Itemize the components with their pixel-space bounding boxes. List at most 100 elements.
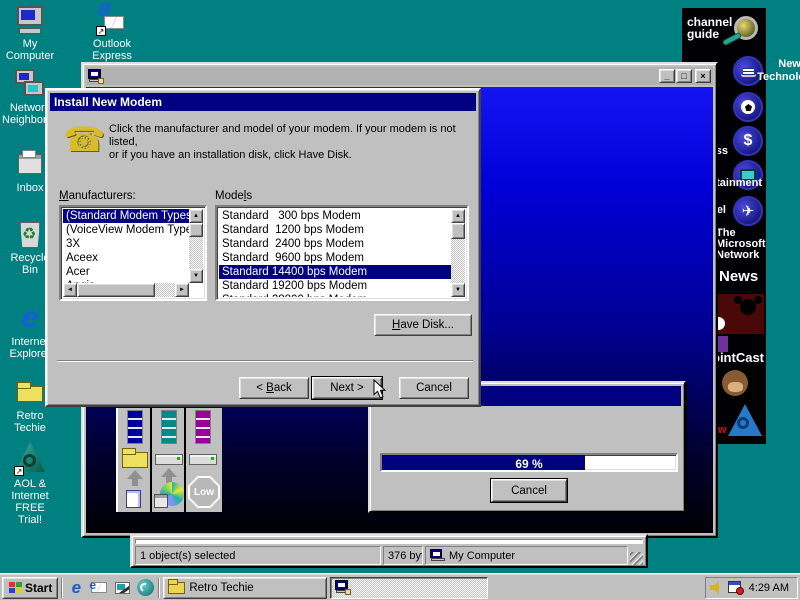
document-icon xyxy=(126,490,141,508)
desktop-icon-my-computer[interactable]: My Computer xyxy=(2,4,58,62)
telephone-icon: ☎ xyxy=(63,120,105,160)
channel-label-msn[interactable]: The Microsoft Network xyxy=(716,228,766,261)
list-item[interactable]: Acer xyxy=(63,265,189,279)
separator xyxy=(57,360,473,362)
scroll-up-icon[interactable]: ▲ xyxy=(451,209,465,223)
channel-label-news-technology[interactable]: News & Technology xyxy=(748,58,800,84)
list-item-selected[interactable]: (Standard Modem Types) xyxy=(63,209,189,223)
list-item-selected[interactable]: Standard 14400 bps Modem xyxy=(219,265,451,279)
list-item[interactable]: Standard 28800 bps Modem xyxy=(219,293,451,297)
hardware-wizard-icon xyxy=(88,69,104,84)
gauge-bar-teal xyxy=(161,410,177,444)
status-location-label: My Computer xyxy=(449,550,515,562)
channel-aol-icon[interactable] xyxy=(728,404,762,438)
setup-window-titlebar[interactable]: _ □ × xyxy=(86,67,713,85)
folder-window: 1 object(s) selected 376 byte My Compute… xyxy=(130,534,648,568)
task-button-hardware-wizard[interactable] xyxy=(330,577,488,599)
scroll-thumb[interactable] xyxy=(189,223,203,237)
scroll-down-icon[interactable]: ▼ xyxy=(189,269,203,283)
icon-label: My Computer xyxy=(2,38,58,62)
horizontal-scrollbar[interactable]: ◄ ► xyxy=(63,283,189,297)
vertical-scrollbar[interactable]: ▲ ▼ xyxy=(451,209,465,297)
taskbar: Start e e Retro Techie xyxy=(0,574,800,600)
channel-sports-icon[interactable] xyxy=(733,92,763,122)
copy-column-source xyxy=(118,408,152,512)
magnifier-icon[interactable] xyxy=(726,16,762,50)
manufacturers-listbox[interactable]: (Standard Modem Types) (VoiceView Modem … xyxy=(59,205,207,301)
scroll-left-icon[interactable]: ◄ xyxy=(63,283,77,297)
scroll-down-icon[interactable]: ▼ xyxy=(451,283,465,297)
my-computer-icon xyxy=(14,4,46,36)
shortcut-arrow-icon: ↗ xyxy=(14,466,24,476)
install-new-modem-dialog: Install New Modem ☎ Click the manufactur… xyxy=(45,88,481,407)
minimize-button[interactable]: _ xyxy=(659,69,675,83)
icon-label: Retro Techie xyxy=(2,410,58,434)
cancel-button[interactable]: Cancel xyxy=(399,377,469,399)
list-item[interactable]: Standard 9600 bps Modem xyxy=(219,251,451,265)
status-selection-field: 1 object(s) selected xyxy=(135,546,381,565)
quicklaunch-show-desktop-icon[interactable] xyxy=(112,578,132,598)
channel-label-news[interactable]: News xyxy=(719,268,758,285)
folder-icon xyxy=(168,582,185,594)
scroll-right-icon[interactable]: ► xyxy=(175,283,189,297)
close-button[interactable]: × xyxy=(695,69,711,83)
dialog-instructions: Click the manufacturer and model of your… xyxy=(109,123,475,162)
start-button[interactable]: Start xyxy=(2,577,58,599)
desktop-icon-outlook-express[interactable]: e ↗ Outlook Express xyxy=(84,4,140,62)
channel-business-icon[interactable]: $ xyxy=(733,126,763,156)
vertical-scrollbar[interactable]: ▲ ▼ xyxy=(189,209,203,283)
scroll-up-icon[interactable]: ▲ xyxy=(189,209,203,223)
quicklaunch-view-channels-icon[interactable] xyxy=(135,578,155,598)
clock[interactable]: 4:29 AM xyxy=(749,582,789,594)
channel-travel-icon[interactable]: ✈ xyxy=(733,196,763,226)
list-item[interactable]: Standard 2400 bps Modem xyxy=(219,237,451,251)
dollar-icon: $ xyxy=(744,132,753,150)
mouse-cursor xyxy=(373,379,387,403)
airplane-icon: ✈ xyxy=(742,202,755,220)
taskbar-divider xyxy=(61,578,63,598)
models-listbox[interactable]: Standard 300 bps Modem Standard 1200 bps… xyxy=(215,205,469,301)
quicklaunch-outlook-express-icon[interactable]: e xyxy=(89,578,109,598)
copy-column-low: Low xyxy=(186,408,220,512)
folder-icon xyxy=(122,452,148,468)
resize-grip[interactable] xyxy=(630,552,643,565)
have-disk-button[interactable]: Have Disk... xyxy=(374,314,472,336)
progress-percent-label: 69 % xyxy=(382,457,676,471)
list-item[interactable]: Aceex xyxy=(63,251,189,265)
list-item[interactable]: Standard 1200 bps Modem xyxy=(219,223,451,237)
desktop: My Computer e ↗ Outlook Express Network … xyxy=(0,0,800,600)
back-button[interactable]: < Back xyxy=(239,377,309,399)
my-computer-icon xyxy=(430,549,445,562)
channel-label-aol-w: w xyxy=(718,424,727,436)
status-size-field: 376 byte xyxy=(383,546,423,565)
volume-icon[interactable] xyxy=(710,581,723,594)
drive-icon xyxy=(189,454,217,465)
task-button-label: Retro Techie xyxy=(189,582,253,594)
outlook-express-icon: e ↗ xyxy=(96,4,128,36)
task-button-retro-techie[interactable]: Retro Techie xyxy=(163,577,327,599)
low-sign-label: Low xyxy=(190,478,218,506)
progress-cancel-button[interactable]: Cancel xyxy=(491,479,567,502)
quicklaunch-internet-explorer-icon[interactable]: e xyxy=(66,578,86,598)
list-item[interactable]: 3X xyxy=(63,237,189,251)
next-button[interactable]: Next > xyxy=(312,377,382,399)
floppy-icon xyxy=(154,494,168,508)
icon-label: AOL & Internet FREE Trial! xyxy=(2,478,58,526)
desktop-icon-aol-trial[interactable]: ↗ AOL & Internet FREE Trial! xyxy=(2,440,58,526)
list-item[interactable]: Standard 300 bps Modem xyxy=(219,209,451,223)
scroll-thumb[interactable] xyxy=(77,283,155,297)
internet-explorer-icon: e xyxy=(14,302,46,334)
system-tray: 4:29 AM xyxy=(705,577,798,599)
dialog-titlebar[interactable]: Install New Modem xyxy=(50,93,476,111)
scroll-thumb[interactable] xyxy=(451,223,465,239)
shortcut-arrow-icon: ↗ xyxy=(96,26,106,36)
task-scheduler-icon[interactable] xyxy=(728,581,744,595)
inbox-icon xyxy=(14,148,46,180)
maximize-button[interactable]: □ xyxy=(676,69,692,83)
file-copy-panel: Low xyxy=(116,408,222,512)
aol-triangle-icon: ↗ xyxy=(14,440,46,476)
windows-flag-icon xyxy=(8,582,22,594)
gauge-bar-blue xyxy=(127,410,143,444)
list-item[interactable]: (VoiceView Modem Types) xyxy=(63,223,189,237)
list-item[interactable]: Standard 19200 bps Modem xyxy=(219,279,451,293)
